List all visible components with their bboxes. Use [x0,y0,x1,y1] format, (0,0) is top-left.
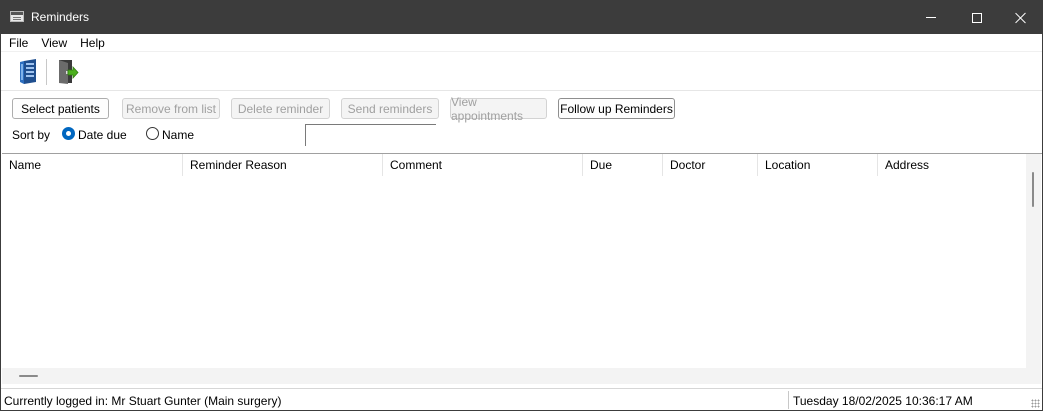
close-button[interactable] [998,1,1042,34]
title-bar[interactable]: Reminders [1,1,1042,34]
column-header-location[interactable]: Location [758,154,878,176]
window-title: Reminders [31,10,90,24]
reminders-window: Reminders File View Help Select patients… [0,0,1043,411]
view-appointments-button[interactable]: View appointments [450,95,547,123]
datetime-status: Tuesday 18/02/2025 10:36:17 AM [793,394,973,408]
menu-file[interactable]: File [9,36,28,50]
column-header-address[interactable]: Address [878,154,1026,176]
menu-help[interactable]: Help [80,36,105,50]
delete-reminder-button[interactable]: Delete reminder [231,98,330,119]
column-header-comment[interactable]: Comment [383,154,583,176]
server-icon[interactable] [19,59,37,84]
vertical-scroll-thumb[interactable] [1032,172,1034,207]
status-divider [788,391,789,409]
logged-in-status: Currently logged in: Mr Stuart Gunter (M… [4,394,282,408]
menu-bar: File View Help [1,34,1042,52]
resize-grip-icon[interactable] [1031,399,1040,408]
close-icon [1015,12,1027,24]
grid-header: Name Reminder Reason Comment Due Doctor … [2,154,1026,176]
toolbar-separator [46,59,47,85]
sort-date-due-label[interactable]: Date due [78,128,127,142]
maximize-button[interactable] [954,1,1000,34]
column-header-name[interactable]: Name [2,154,183,176]
column-header-reminder-reason[interactable]: Reminder Reason [183,154,383,176]
remove-from-list-button[interactable]: Remove from list [122,98,220,119]
follow-up-reminders-button[interactable]: Follow up Reminders [558,98,675,119]
vertical-scrollbar[interactable] [1026,154,1041,368]
app-window-icon [10,11,24,22]
search-input[interactable] [305,124,436,146]
minimize-button[interactable] [908,1,954,34]
sort-name-radio[interactable] [146,127,159,140]
sort-date-due-radio[interactable] [62,127,75,140]
exit-door-icon[interactable] [57,59,79,84]
select-patients-button[interactable]: Select patients [12,98,109,119]
column-header-doctor[interactable]: Doctor [663,154,758,176]
minimize-icon [926,17,936,18]
reminders-grid[interactable]: Name Reminder Reason Comment Due Doctor … [2,153,1042,384]
status-bar: Currently logged in: Mr Stuart Gunter (M… [1,388,1042,410]
maximize-icon [972,12,982,23]
horizontal-scrollbar[interactable] [2,368,1026,384]
scrollbar-corner [1026,368,1041,384]
sort-by-label: Sort by [12,128,51,142]
menu-view[interactable]: View [41,36,67,50]
send-reminders-button[interactable]: Send reminders [341,98,439,119]
horizontal-scroll-thumb[interactable] [19,375,38,377]
column-header-due[interactable]: Due [583,154,663,176]
sort-name-label[interactable]: Name [162,128,194,142]
toolbar [1,53,1042,91]
